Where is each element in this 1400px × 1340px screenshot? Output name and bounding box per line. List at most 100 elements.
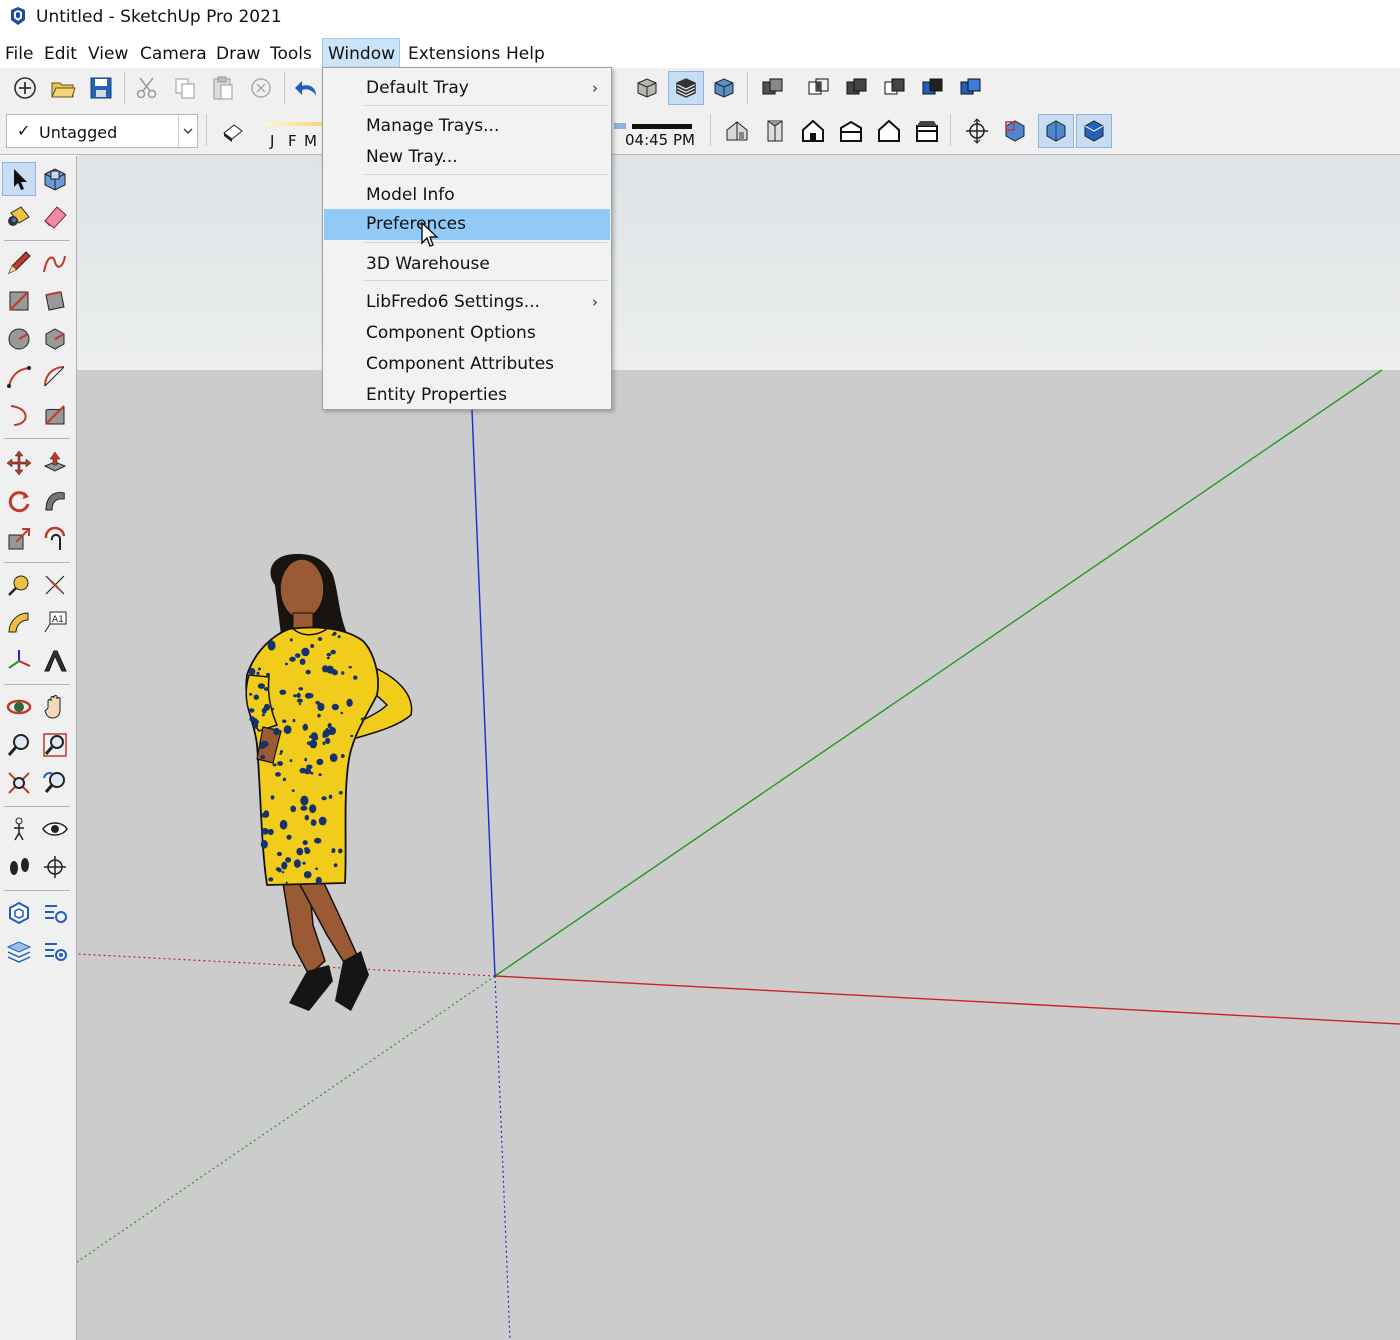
offset-tool-button[interactable] bbox=[38, 522, 72, 556]
push-pull-button[interactable] bbox=[38, 446, 72, 480]
look-around-button[interactable] bbox=[38, 812, 72, 846]
eraser-button[interactable] bbox=[38, 200, 72, 234]
move-tool-button[interactable] bbox=[2, 446, 36, 480]
paste-button[interactable] bbox=[208, 73, 238, 103]
follow-me-button[interactable] bbox=[38, 484, 72, 518]
menu-item-model-info[interactable]: Model Info bbox=[324, 180, 610, 211]
position-camera-button[interactable] bbox=[2, 812, 36, 846]
style-textured-button[interactable] bbox=[668, 71, 704, 105]
two-point-arc-button[interactable] bbox=[38, 360, 72, 394]
front-view-button[interactable] bbox=[798, 116, 828, 146]
save-button[interactable] bbox=[86, 73, 116, 103]
axes-tool-button[interactable] bbox=[2, 644, 36, 678]
menu-item-libfredo6-settings[interactable]: LibFredo6 Settings... › bbox=[324, 287, 610, 318]
shadow-time-slider[interactable] bbox=[614, 123, 692, 129]
left-view-button[interactable] bbox=[912, 116, 942, 146]
previous-view-button[interactable] bbox=[38, 766, 72, 800]
model-viewport[interactable] bbox=[77, 155, 1400, 1340]
menu-item-entity-properties[interactable]: Entity Properties bbox=[324, 380, 610, 411]
menu-edit[interactable]: Edit bbox=[39, 38, 82, 68]
tag-selector[interactable]: ✓ Untagged bbox=[6, 114, 198, 148]
back-view-button[interactable] bbox=[874, 116, 904, 146]
zoom-tool-button[interactable] bbox=[2, 728, 36, 762]
paint-bucket-button[interactable] bbox=[2, 200, 36, 234]
cut-button[interactable] bbox=[132, 73, 162, 103]
text-tool-button[interactable]: A1 bbox=[38, 606, 72, 640]
menu-item-manage-trays[interactable]: Manage Trays... bbox=[324, 111, 610, 142]
layout-send-button[interactable] bbox=[2, 934, 36, 968]
menu-file[interactable]: File bbox=[0, 38, 38, 68]
iso-view-button[interactable] bbox=[722, 116, 752, 146]
menu-item-preferences[interactable]: Preferences bbox=[324, 209, 610, 240]
zoom-window-button[interactable] bbox=[38, 728, 72, 762]
menu-item-new-tray[interactable]: New Tray... bbox=[324, 142, 610, 173]
solid-subtract-button[interactable] bbox=[880, 73, 910, 103]
tape-measure-button[interactable] bbox=[2, 568, 36, 602]
erase-button[interactable] bbox=[246, 73, 276, 103]
three-point-arc-button[interactable] bbox=[2, 398, 36, 432]
section-fill-button[interactable] bbox=[1000, 116, 1030, 146]
menu-camera[interactable]: Camera bbox=[135, 38, 212, 68]
new-model-button[interactable] bbox=[10, 73, 40, 103]
shadow-toggle-button[interactable] bbox=[218, 116, 248, 146]
line-tool-button[interactable] bbox=[2, 246, 36, 280]
3d-warehouse-button[interactable] bbox=[2, 896, 36, 930]
solid-trim-button[interactable] bbox=[918, 73, 948, 103]
menu-item-component-options[interactable]: Component Options bbox=[324, 318, 610, 349]
style-shaded-button[interactable] bbox=[632, 73, 662, 103]
menu-help[interactable]: Help bbox=[501, 38, 550, 68]
menu-item-3d-warehouse[interactable]: 3D Warehouse bbox=[324, 249, 610, 280]
section-plane-button[interactable] bbox=[962, 116, 992, 146]
dimension-tool-button[interactable] bbox=[38, 568, 72, 602]
copy-button[interactable] bbox=[170, 73, 200, 103]
rotate-tool-button[interactable] bbox=[2, 484, 36, 518]
paste-icon bbox=[213, 76, 233, 100]
pie-tool-button[interactable] bbox=[38, 398, 72, 432]
menu-window[interactable]: Window bbox=[322, 38, 400, 68]
outer-shell-button[interactable] bbox=[758, 73, 788, 103]
zoom-extents-button[interactable] bbox=[2, 766, 36, 800]
scale-icon bbox=[8, 528, 30, 550]
undo-button[interactable] bbox=[292, 73, 322, 103]
scene-canvas[interactable] bbox=[77, 155, 1400, 1340]
right-view-button[interactable] bbox=[836, 116, 866, 146]
svg-text:A1: A1 bbox=[52, 615, 64, 625]
menu-item-component-attributes[interactable]: Component Attributes bbox=[324, 349, 610, 380]
solid-split-button[interactable] bbox=[956, 73, 986, 103]
menu-tools[interactable]: Tools bbox=[265, 38, 317, 68]
walk-tool-button[interactable] bbox=[2, 850, 36, 884]
polygon-tool-button[interactable] bbox=[38, 322, 72, 356]
protractor-button[interactable] bbox=[2, 606, 36, 640]
section-cuts-button[interactable] bbox=[1038, 114, 1074, 148]
component-button[interactable] bbox=[38, 162, 72, 196]
arc-tool-button[interactable] bbox=[2, 360, 36, 394]
tape-measure-icon bbox=[8, 575, 29, 596]
freehand-tool-button[interactable] bbox=[38, 246, 72, 280]
menu-draw[interactable]: Draw bbox=[211, 38, 265, 68]
rectangle-tool-button[interactable] bbox=[2, 284, 36, 318]
extension-manager-button[interactable] bbox=[38, 934, 72, 968]
toolbar-separator bbox=[4, 562, 70, 563]
rotated-rectangle-button[interactable] bbox=[38, 284, 72, 318]
menu-extensions[interactable]: Extensions bbox=[403, 38, 505, 68]
axes-icon bbox=[8, 650, 31, 669]
previous-view-icon bbox=[43, 772, 65, 793]
menu-view[interactable]: View bbox=[83, 38, 133, 68]
section-display-button[interactable] bbox=[1076, 114, 1112, 148]
section-plane-tool-button[interactable] bbox=[38, 850, 72, 884]
circle-tool-button[interactable] bbox=[2, 322, 36, 356]
scale-tool-button[interactable] bbox=[2, 522, 36, 556]
chevron-down-icon[interactable] bbox=[178, 115, 197, 147]
shadow-date-slider[interactable]: J F M bbox=[262, 122, 322, 150]
style-monochrome-button[interactable] bbox=[709, 73, 739, 103]
top-view-button[interactable] bbox=[760, 116, 790, 146]
3d-text-button[interactable] bbox=[38, 644, 72, 678]
open-button[interactable] bbox=[48, 73, 78, 103]
solid-intersect-button[interactable] bbox=[804, 73, 834, 103]
pan-tool-button[interactable] bbox=[38, 690, 72, 724]
orbit-tool-button[interactable] bbox=[2, 690, 36, 724]
solid-union-button[interactable] bbox=[842, 73, 872, 103]
menu-item-default-tray[interactable]: Default Tray › bbox=[324, 73, 610, 104]
extension-warehouse-button[interactable] bbox=[38, 896, 72, 930]
select-tool-button[interactable] bbox=[2, 162, 36, 196]
